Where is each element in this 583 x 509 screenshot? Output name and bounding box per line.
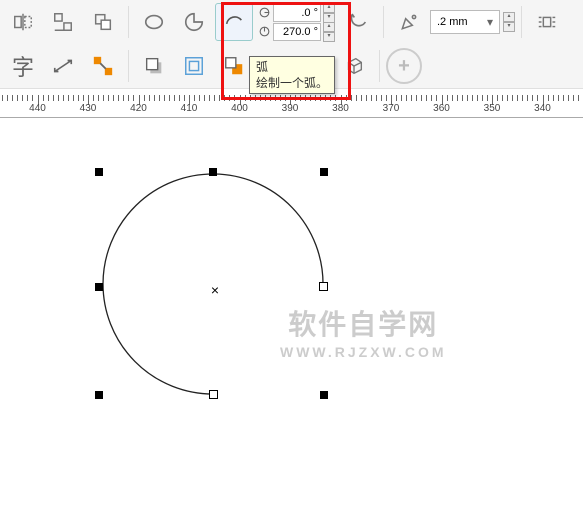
ruler-label: 370 bbox=[383, 103, 400, 114]
selection-handle[interactable] bbox=[95, 283, 103, 291]
dimension-tool-icon[interactable] bbox=[44, 47, 82, 85]
arc-angle-group: ▴▾ ▴▾ bbox=[255, 2, 337, 43]
tooltip-title: 弧 bbox=[256, 59, 328, 75]
selection-handle[interactable] bbox=[320, 168, 328, 176]
connector-tool-icon[interactable] bbox=[84, 47, 122, 85]
pie-tool-icon[interactable] bbox=[175, 3, 213, 41]
ruler-label: 430 bbox=[80, 103, 97, 114]
drawing-canvas[interactable]: × 软件自学网 WWW.RJZXW.COM bbox=[0, 118, 583, 509]
ruler-label: 390 bbox=[282, 103, 299, 114]
arc-tool-button[interactable] bbox=[215, 3, 253, 41]
contour-tool-icon[interactable] bbox=[175, 47, 213, 85]
ruler-label: 420 bbox=[130, 103, 147, 114]
outline-pen-icon[interactable] bbox=[390, 3, 428, 41]
swap-direction-icon[interactable] bbox=[339, 3, 377, 41]
outline-width-field[interactable]: ▾ bbox=[430, 10, 500, 34]
blend-tool-icon[interactable] bbox=[215, 47, 253, 85]
start-angle-input[interactable] bbox=[273, 4, 321, 22]
watermark: 软件自学网 WWW.RJZXW.COM bbox=[280, 308, 447, 360]
outline-width-input[interactable] bbox=[435, 15, 483, 29]
ruler-horizontal: 450440430420410400390380370360350340 bbox=[0, 95, 583, 118]
selection-handle[interactable] bbox=[320, 391, 328, 399]
tooltip-desc: 绘制一个弧。 bbox=[256, 75, 328, 91]
start-angle-icon bbox=[257, 6, 271, 20]
ruler-label: 360 bbox=[433, 103, 450, 114]
text-tool-icon[interactable]: 字 bbox=[4, 47, 42, 85]
outline-width-spinner[interactable]: ▴▾ bbox=[503, 12, 515, 32]
ruler-label: 380 bbox=[332, 103, 349, 114]
chevron-down-icon[interactable]: ▾ bbox=[485, 17, 495, 27]
ruler-label: 440 bbox=[29, 103, 46, 114]
wrap-text-icon[interactable] bbox=[528, 3, 566, 41]
ruler-label: 340 bbox=[534, 103, 551, 114]
ellipse-tool-icon[interactable] bbox=[135, 3, 173, 41]
mirror-horizontal-icon[interactable] bbox=[4, 3, 42, 41]
selection-handle[interactable] bbox=[95, 391, 103, 399]
extrude-tool-icon[interactable] bbox=[335, 47, 373, 85]
ruler-label: 350 bbox=[484, 103, 501, 114]
watermark-line2: WWW.RJZXW.COM bbox=[280, 344, 447, 361]
ruler-label: 410 bbox=[181, 103, 198, 114]
ruler-label: 400 bbox=[231, 103, 248, 114]
end-angle-spinner[interactable]: ▴▾ bbox=[323, 22, 335, 42]
start-angle-spinner[interactable]: ▴▾ bbox=[323, 3, 335, 23]
selection-handle[interactable] bbox=[95, 168, 103, 176]
arc-tooltip: 弧 绘制一个弧。 bbox=[249, 56, 335, 94]
arc-endpoint[interactable] bbox=[209, 390, 218, 399]
end-angle-icon bbox=[257, 25, 271, 39]
end-angle-input[interactable] bbox=[273, 23, 321, 41]
watermark-line1: 软件自学网 bbox=[280, 308, 447, 342]
center-marker: × bbox=[211, 282, 219, 298]
align-distribute-icon[interactable] bbox=[44, 3, 82, 41]
selection-handle[interactable] bbox=[209, 168, 217, 176]
order-icon[interactable] bbox=[84, 3, 122, 41]
add-tool-button[interactable]: + bbox=[386, 48, 422, 84]
drop-shadow-icon[interactable] bbox=[135, 47, 173, 85]
arc-endpoint[interactable] bbox=[319, 282, 328, 291]
